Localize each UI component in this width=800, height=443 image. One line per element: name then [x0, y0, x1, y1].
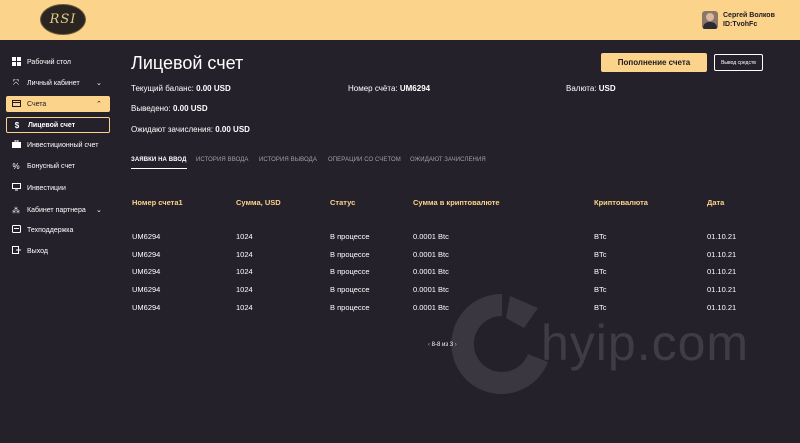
- top-header: RSI Сергей Волков ID:TvohFc: [0, 0, 800, 40]
- sidebar-item-label: Техподдержка: [27, 226, 74, 234]
- monitor-icon: [11, 183, 21, 193]
- cell-date: 01.10.21: [707, 232, 737, 241]
- cell-crypto-amount: 0.0001 Btc: [413, 267, 449, 276]
- sidebar-item-label: Кабинет партнера: [27, 206, 86, 214]
- balance-value: 0.00 USD: [196, 84, 231, 93]
- cell-status: В процессе: [330, 232, 370, 241]
- cell-status: В процессе: [330, 303, 370, 312]
- sidebar-item-exit[interactable]: Выход: [6, 243, 48, 259]
- tab-pending-deposits[interactable]: Ожидают зачисления: [410, 157, 486, 163]
- top-up-button[interactable]: Пополнение счета: [601, 53, 707, 72]
- sidebar-item-bonus-account[interactable]: % Бонусный счет: [6, 158, 75, 174]
- card-icon: [11, 99, 21, 109]
- withdrawn-value: 0.00 USD: [172, 104, 208, 113]
- avatar[interactable]: [702, 11, 718, 29]
- column-header-account: Номер счета1: [132, 198, 183, 207]
- cell-account: UM6294: [132, 232, 161, 241]
- user-id: ID:TvohFc: [723, 21, 758, 28]
- prev-page-button[interactable]: ‹: [428, 342, 430, 348]
- pending-label: Ожидают зачисления:: [131, 125, 214, 134]
- chevron-up-icon: ⌃: [96, 101, 102, 108]
- cell-amount: 1024: [236, 250, 253, 259]
- currency-value: USD: [598, 84, 616, 93]
- sidebar-item-label: Инвестиции: [27, 184, 66, 192]
- account-number-label: Номер счёта:: [348, 84, 398, 93]
- sidebar-item-label: Выход: [27, 247, 48, 255]
- arrows-icon: ⤧: [12, 78, 20, 87]
- logo[interactable]: RSI: [40, 4, 86, 35]
- sidebar-item-label: Бонусный счет: [27, 162, 75, 170]
- sidebar-item-partner-cabinet[interactable]: ⁂ Кабинет партнера ⌄: [6, 202, 102, 218]
- chevron-down-icon: ⌄: [96, 80, 102, 87]
- pending-info: Ожидают зачисления: 0.00 USD: [131, 125, 250, 134]
- sidebar-item-support[interactable]: Техподдержка: [6, 222, 73, 238]
- cell-account: UM6294: [132, 250, 161, 259]
- page-title: Лицевой счет: [131, 53, 244, 73]
- sidebar-item-label: Рабочий стол: [27, 58, 71, 66]
- cell-account: UM6294: [132, 267, 161, 276]
- withdraw-button[interactable]: Вывод средств: [714, 54, 763, 71]
- balance-info: Текущий баланс: 0.00 USD: [131, 84, 231, 93]
- cell-date: 01.10.21: [707, 250, 737, 259]
- network-icon: ⁂: [12, 205, 20, 215]
- sidebar-item-label: Лицевой счет: [28, 121, 76, 129]
- sidebar-item-investment-account[interactable]: Инвестиционный счет: [6, 137, 98, 153]
- sidebar-item-investments[interactable]: Инвестиции: [6, 180, 66, 196]
- sidebar-item-desktop[interactable]: Рабочий стол: [6, 54, 71, 70]
- tab-deposit-requests[interactable]: Заявки на ввод: [131, 157, 187, 169]
- cell-status: В процессе: [330, 250, 370, 259]
- cell-crypto-amount: 0.0001 Btc: [413, 232, 449, 241]
- currency-label: Валюта:: [566, 84, 597, 93]
- pagination-label: 8-8 из 3: [431, 342, 454, 348]
- cell-cryptocurrency: BTc: [594, 250, 607, 259]
- sidebar-item-personal-cabinet[interactable]: ⤧ Личный кабинет ⌄: [6, 75, 102, 91]
- tab-withdraw-history[interactable]: История вывода: [259, 157, 317, 163]
- account-number-value: UM6294: [399, 84, 431, 93]
- cell-cryptocurrency: BTc: [594, 232, 607, 241]
- column-header-crypto-amount: Сумма в криптовалюте: [413, 198, 500, 207]
- exit-icon: [11, 246, 21, 256]
- user-name[interactable]: Сергей Волков: [723, 12, 775, 19]
- sidebar-item-accounts[interactable]: Счета ⌃: [6, 96, 110, 112]
- tab-deposit-history[interactable]: История ввода: [196, 157, 249, 163]
- percent-icon: %: [12, 161, 20, 171]
- cell-account: UM6294: [132, 303, 161, 312]
- cell-cryptocurrency: BTc: [594, 267, 607, 276]
- column-header-date: Дата: [707, 198, 725, 207]
- grid-icon: [11, 56, 21, 68]
- cell-crypto-amount: 0.0001 Btc: [413, 303, 449, 312]
- cell-account: UM6294: [132, 285, 161, 294]
- sidebar-item-personal-account[interactable]: $ Лицевой счет: [6, 117, 110, 133]
- cell-date: 01.10.21: [707, 267, 737, 276]
- support-icon: [11, 225, 21, 235]
- cell-crypto-amount: 0.0001 Btc: [413, 250, 449, 259]
- cell-amount: 1024: [236, 267, 253, 276]
- withdrawn-info: Выведено: 0.00 USD: [131, 104, 208, 113]
- cell-amount: 1024: [236, 303, 253, 312]
- pending-value: 0.00 USD: [215, 125, 250, 134]
- column-header-cryptocurrency: Криптовалюта: [594, 198, 648, 207]
- watermark-text: hyip.com: [541, 315, 750, 371]
- cell-amount: 1024: [236, 232, 253, 241]
- withdrawn-label: Выведено:: [131, 104, 171, 113]
- sidebar-item-label: Счета: [27, 100, 47, 108]
- currency-info: Валюта: USD: [566, 84, 616, 93]
- column-header-amount: Сумма, USD: [236, 198, 281, 207]
- briefcase-icon: [11, 139, 21, 150]
- pagination: ‹ 8-8 из 3 ›: [428, 342, 457, 348]
- cell-amount: 1024: [236, 285, 253, 294]
- dollar-icon: $: [14, 120, 20, 130]
- next-page-button[interactable]: ›: [455, 342, 457, 348]
- cell-crypto-amount: 0.0001 Btc: [413, 285, 449, 294]
- column-header-status: Статус: [330, 198, 356, 207]
- cell-status: В процессе: [330, 285, 370, 294]
- sidebar-item-label: Инвестиционный счет: [27, 141, 99, 149]
- balance-label: Текущий баланс:: [131, 84, 194, 93]
- cell-status: В процессе: [330, 267, 370, 276]
- account-number-info: Номер счёта: UM6294: [348, 84, 430, 93]
- chevron-down-icon: ⌄: [96, 207, 102, 214]
- sidebar-item-label: Личный кабинет: [27, 79, 80, 87]
- tab-account-operations[interactable]: Операции со счетом: [328, 157, 401, 163]
- logo-text: RSI: [49, 12, 77, 27]
